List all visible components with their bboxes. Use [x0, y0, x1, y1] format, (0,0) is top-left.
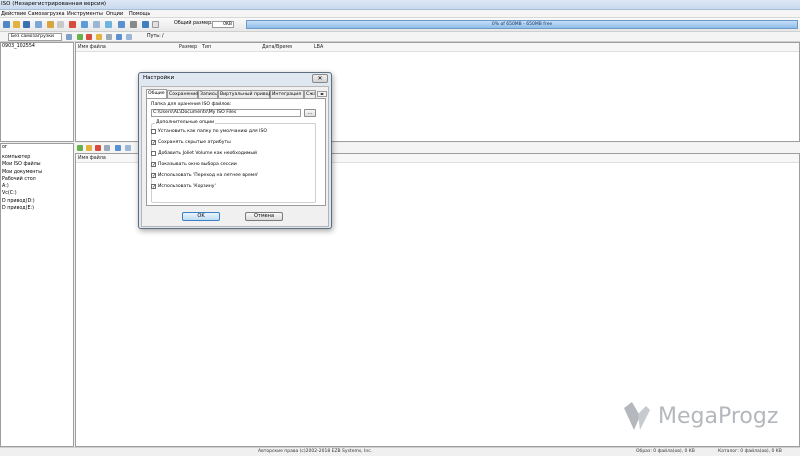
menu-tools[interactable]: Инструменты: [67, 11, 103, 17]
watermark-logo-icon: [624, 402, 650, 430]
path-label: Путь:: [147, 34, 161, 39]
iso-tree-root[interactable]: 0903_102554: [2, 44, 35, 49]
dialog-close-button[interactable]: ✕: [312, 74, 328, 83]
status-image: Образ: 0 файла(ов), 0 KB: [636, 449, 695, 454]
ok-button[interactable]: OK: [182, 212, 220, 221]
folder-path-field[interactable]: C:\Users\AL\Documents\My ISO Files: [151, 109, 301, 117]
help-icon[interactable]: [118, 21, 125, 28]
column-lba[interactable]: LBA: [314, 45, 323, 50]
refresh-icon[interactable]: [106, 34, 112, 40]
status-bar: Авторские права (c)2002-2018 EZB Systems…: [0, 447, 800, 456]
tree-item-desktop[interactable]: Рабочий стол: [2, 177, 36, 182]
properties-icon[interactable]: [35, 21, 42, 28]
local-column-filename[interactable]: Имя файла: [78, 156, 106, 161]
local-up-icon[interactable]: [77, 145, 83, 151]
option-joliet-label: Добавить Joliet Volume как необходимый: [158, 151, 258, 156]
local-folder-icon[interactable]: [86, 145, 92, 151]
tab-scroll-icon[interactable]: ◂▸: [317, 91, 327, 97]
option-default-folder-label: Установить как папку по умолчанию для IS…: [158, 129, 268, 134]
watermark: MegaProgz: [622, 400, 792, 438]
tree-item-computer[interactable]: компьютер: [2, 155, 30, 160]
window-title: ISO (Незарегистрированная версия): [1, 1, 107, 7]
dialog-body: Общие Сохранение Запись Виртуальный прив…: [141, 86, 329, 227]
column-filename[interactable]: Имя файла: [78, 45, 106, 50]
tab-burn[interactable]: Запись: [198, 90, 218, 98]
menu-action[interactable]: Действие: [1, 11, 26, 17]
local-refresh-icon[interactable]: [104, 145, 110, 151]
tab-virtual-drive[interactable]: Виртуальный привод: [218, 90, 272, 98]
settings-small-icon[interactable]: [126, 34, 132, 40]
menu-help[interactable]: Помощь: [129, 11, 150, 17]
local-view-icon[interactable]: [115, 145, 121, 151]
about-icon[interactable]: [130, 21, 137, 28]
dialog-title: Настройки: [143, 75, 175, 81]
iso-tree-panel: 0903_102554: [0, 42, 74, 142]
rename-icon[interactable]: [96, 34, 102, 40]
capacity-text: 0% of 650MB - 650MB free: [491, 22, 553, 27]
path-bar: Без самозагрузки Путь: /: [0, 32, 800, 42]
settings-dialog: Настройки ✕ Общие Сохранение Запись Вирт…: [138, 72, 332, 229]
tree-item-my-documents[interactable]: Мои документы: [2, 170, 42, 175]
tab-general[interactable]: Общие: [146, 89, 167, 98]
column-datetime[interactable]: Дата/Время: [262, 45, 292, 50]
cancel-button[interactable]: Отмена: [245, 212, 283, 221]
local-tree-header: ог: [2, 145, 8, 150]
column-size[interactable]: Размер: [179, 45, 197, 50]
capacity-bar: 0% of 650MB - 650MB free: [246, 20, 798, 29]
option-default-folder-checkbox[interactable]: [151, 129, 156, 134]
extract-icon[interactable]: [57, 21, 64, 28]
option-dst-label: Использовать 'Переход на летнее время': [158, 173, 259, 178]
quit-icon[interactable]: [152, 21, 159, 28]
burn-icon[interactable]: [93, 21, 100, 28]
options-group-label: Дополнительные опции: [155, 120, 216, 125]
watermark-text: MegaProgz: [658, 404, 779, 429]
tree-item-drive-a[interactable]: A:): [2, 184, 9, 189]
menu-options[interactable]: Опции: [106, 11, 123, 17]
tree-item-drive-d[interactable]: D привод(D:): [2, 199, 35, 204]
path-value: /: [162, 34, 164, 39]
tab-save[interactable]: Сохранение: [167, 90, 198, 98]
save-icon[interactable]: [23, 21, 30, 28]
total-size-label: Общий размер:: [174, 21, 213, 26]
total-size-value: 0KB: [212, 21, 234, 28]
compress-icon[interactable]: [81, 21, 88, 28]
status-catalog: Каталог: 0 файла(ов), 0 KB: [718, 449, 782, 454]
option-joliet-checkbox[interactable]: [151, 151, 156, 156]
local-settings-icon[interactable]: [125, 145, 131, 151]
mount-icon[interactable]: [105, 21, 112, 28]
add-file-icon[interactable]: [47, 21, 54, 28]
column-type[interactable]: Тип: [202, 45, 211, 50]
option-session-window-checkbox[interactable]: ✓: [151, 162, 156, 168]
new-icon[interactable]: [3, 21, 10, 28]
tree-item-drive-e[interactable]: D привод(E:): [2, 206, 34, 211]
option-hidden-attrs-checkbox[interactable]: ✓: [151, 140, 156, 146]
option-session-window-label: Показывать окно выбора сессии: [158, 162, 237, 167]
title-bar: ISO (Незарегистрированная версия): [0, 0, 800, 10]
add-folder-icon[interactable]: [77, 34, 83, 40]
remove-icon[interactable]: [86, 34, 92, 40]
options-icon[interactable]: [142, 21, 149, 28]
folder-label: Папка для хранения ISO файлов:: [151, 102, 232, 107]
menu-bar: Действие Самозагрузка Инструменты Опции …: [0, 10, 800, 18]
up-level-icon[interactable]: [66, 34, 72, 40]
tab-compress[interactable]: Сжа: [304, 90, 316, 98]
local-tree-panel: ог компьютер Мои ISO файлы Мои документы…: [0, 143, 74, 447]
view-icon[interactable]: [116, 34, 122, 40]
tree-item-drive-c[interactable]: Vc(C:): [2, 191, 17, 196]
open-icon[interactable]: [13, 21, 20, 28]
tree-item-my-iso-files[interactable]: Мои ISO файлы: [2, 162, 41, 167]
option-dst-checkbox[interactable]: ✓: [151, 173, 156, 179]
option-recycle-bin-checkbox[interactable]: ✓: [151, 184, 156, 190]
local-delete-icon[interactable]: [95, 145, 101, 151]
tab-integration[interactable]: Интеграция: [270, 90, 304, 98]
iso-file-list-header: Имя файла Размер Тип Дата/Время LBA: [76, 43, 799, 52]
option-recycle-bin-label: Использовать 'Корзину': [158, 184, 216, 189]
browse-button[interactable]: ...: [304, 109, 316, 117]
tab-page-general: Папка для хранения ISO файлов: C:\Users\…: [146, 98, 326, 206]
option-hidden-attrs-label: Сохранять скрытые атрибуты: [158, 140, 231, 145]
status-copyright: Авторские права (c)2002-2018 EZB Systems…: [258, 449, 373, 454]
delete-icon[interactable]: [69, 21, 76, 28]
menu-boot[interactable]: Самозагрузка: [28, 11, 65, 17]
boot-type-button[interactable]: Без самозагрузки: [8, 33, 62, 41]
